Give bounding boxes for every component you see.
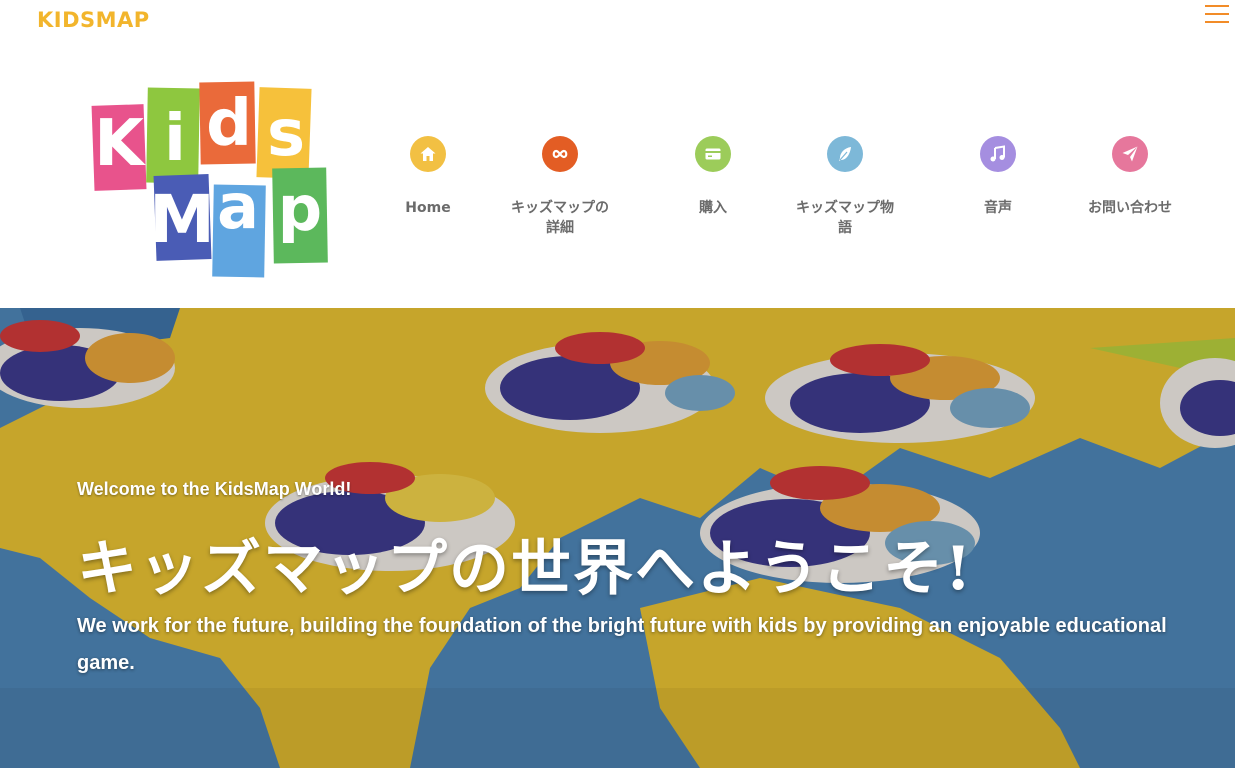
credit-card-icon	[695, 136, 731, 172]
nav-item-audio[interactable]: 音声	[933, 136, 1063, 218]
brand-name[interactable]: KIDSMAP	[37, 8, 150, 32]
logo-letter-s: s	[267, 97, 305, 171]
hero-subtitle: Welcome to the KidsMap World!	[77, 479, 352, 499]
nav-label-details: キッズマップの詳細	[511, 200, 609, 236]
top-bar: KIDSMAP	[0, 0, 1235, 44]
nav-label-contact: お問い合わせ	[1088, 200, 1172, 216]
nav-item-story[interactable]: キッズマップ物語	[780, 136, 910, 238]
main-nav: Home キッズマップの詳細 購入 キッズマップ物語 音声 お問い合わせ	[370, 136, 1200, 246]
kidsmap-logo[interactable]: K i d s M a p	[90, 80, 330, 280]
nav-label-story: キッズマップ物語	[796, 200, 894, 236]
nav-item-purchase[interactable]: 購入	[648, 136, 778, 218]
nav-item-details[interactable]: キッズマップの詳細	[495, 136, 625, 238]
logo-letter-a: a	[217, 170, 259, 243]
nav-label-audio: 音声	[984, 200, 1012, 216]
logo-letter-m: M	[149, 181, 215, 258]
hamburger-menu-icon[interactable]	[1205, 3, 1229, 25]
logo-letter-i: i	[164, 102, 186, 176]
feather-icon	[827, 136, 863, 172]
logo-letter-d: d	[206, 87, 252, 161]
paper-plane-icon	[1112, 136, 1148, 172]
logo-letter-k: K	[94, 107, 146, 181]
nav-item-home[interactable]: Home	[363, 136, 493, 218]
hero-description: We work for the future, building the fou…	[77, 615, 1167, 674]
hero-banner: Welcome to the KidsMap World! キッズマップの世界へ…	[0, 308, 1235, 768]
hero-title: キッズマップの世界へようこそ!	[77, 534, 974, 604]
home-icon	[410, 136, 446, 172]
nav-item-contact[interactable]: お問い合わせ	[1065, 136, 1195, 218]
nav-label-purchase: 購入	[699, 200, 727, 216]
logo-letter-p: p	[278, 172, 322, 245]
infinity-icon	[542, 136, 578, 172]
nav-label-home: Home	[405, 200, 451, 216]
music-note-icon	[980, 136, 1016, 172]
